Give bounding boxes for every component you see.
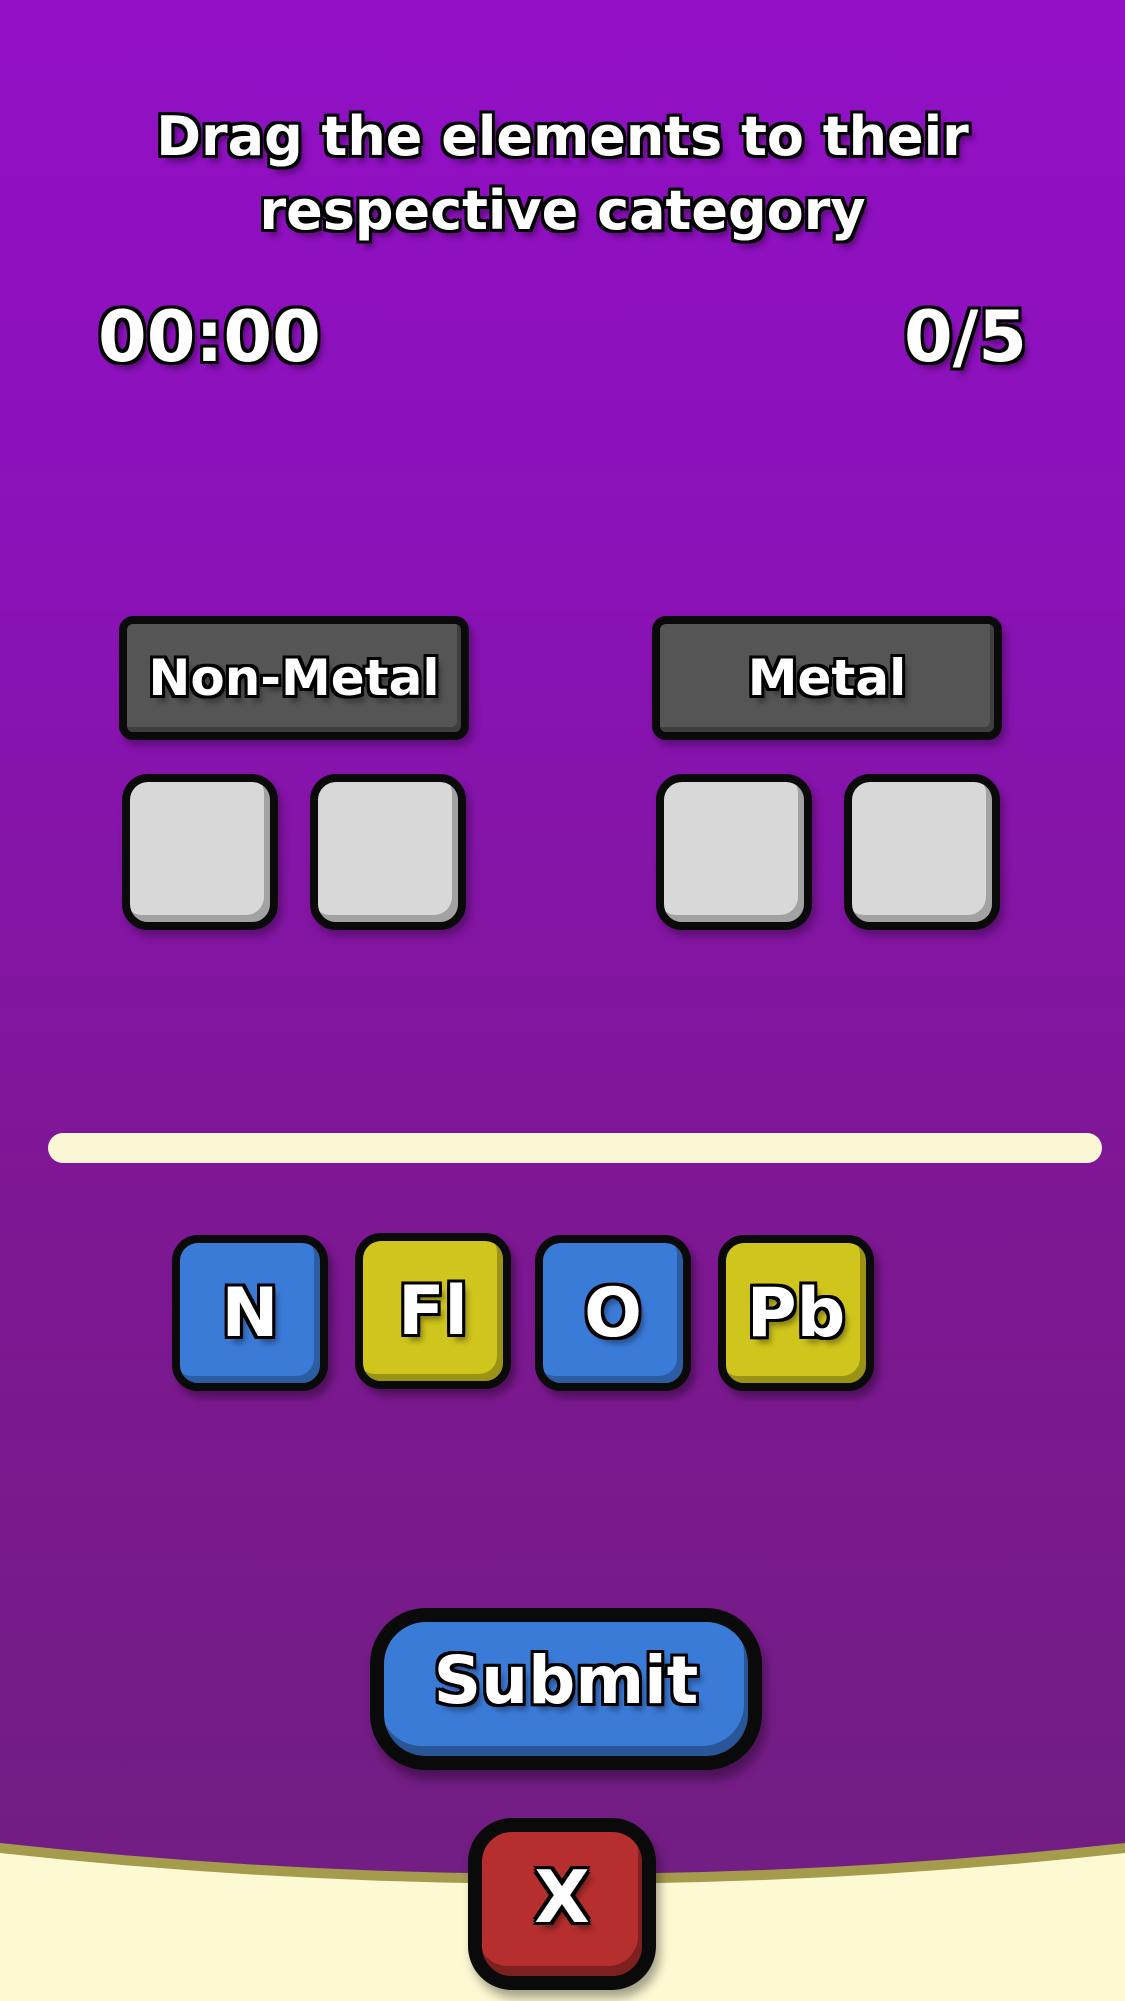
instructions-line-1: Drag the elements to their [156, 105, 969, 168]
element-symbol: Pb [746, 1273, 846, 1353]
element-tile-fl[interactable]: Fl [355, 1233, 511, 1389]
submit-button[interactable]: Submit [370, 1608, 762, 1770]
drop-slot-metal-2[interactable] [844, 774, 1000, 930]
drop-slot-non-metal-2[interactable] [310, 774, 466, 930]
close-icon: X [534, 1855, 590, 1939]
element-symbol: O [584, 1273, 642, 1353]
score-counter: 0/5 [904, 296, 1027, 378]
category-label-text: Non-Metal [148, 649, 440, 707]
element-tile-n[interactable]: N [172, 1235, 328, 1391]
element-tile-pb[interactable]: Pb [718, 1235, 874, 1391]
category-label-non-metal: Non-Metal [119, 616, 469, 740]
element-symbol: N [221, 1273, 279, 1353]
timer: 00:00 [98, 296, 321, 378]
element-symbol: Fl [398, 1271, 468, 1351]
instructions-line-2: respective category [259, 179, 866, 242]
divider [48, 1133, 1102, 1163]
drop-slot-non-metal-1[interactable] [122, 774, 278, 930]
category-label-metal: Metal [652, 616, 1002, 740]
close-button[interactable]: X [468, 1818, 656, 1990]
category-label-text: Metal [747, 649, 907, 707]
drop-slot-metal-1[interactable] [656, 774, 812, 930]
element-tile-o[interactable]: O [535, 1235, 691, 1391]
instructions-title: Drag the elements to their respective ca… [0, 100, 1125, 248]
submit-label: Submit [433, 1641, 699, 1719]
